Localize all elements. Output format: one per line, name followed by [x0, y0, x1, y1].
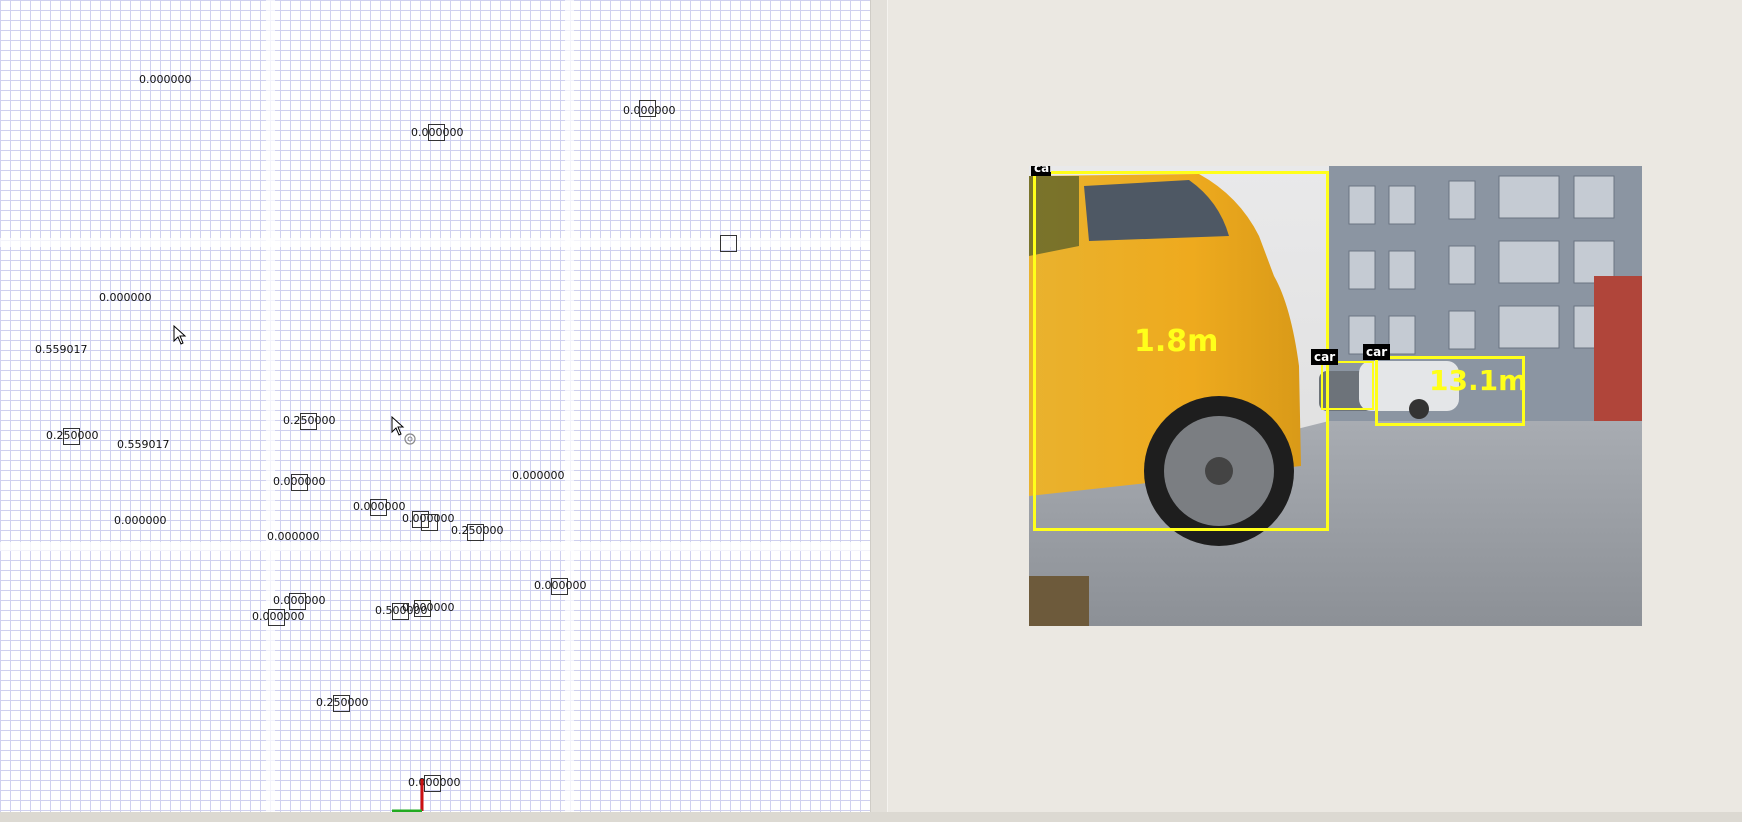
rotate-gizmo-icon[interactable]	[403, 432, 417, 446]
grid-view[interactable]: 0.000000 0.000000 0.000000 0.000000 0.55…	[0, 0, 870, 812]
marker-box[interactable]	[300, 413, 317, 430]
mouse-cursor-icon	[173, 325, 187, 345]
marker-box[interactable]	[333, 695, 350, 712]
marker-box[interactable]	[268, 609, 285, 626]
bottom-edge	[0, 812, 1742, 822]
value-label: 0.000000	[512, 469, 565, 482]
marker-box[interactable]	[639, 100, 656, 117]
detection-class-tag: car	[1363, 344, 1391, 360]
value-label: 0.559017	[35, 343, 88, 356]
grid-seam	[565, 0, 574, 812]
marker-box[interactable]	[289, 593, 306, 610]
origin-axes-icon	[392, 779, 424, 812]
marker-box[interactable]	[428, 124, 445, 141]
marker-box[interactable]	[467, 524, 484, 541]
marker-box[interactable]	[720, 235, 737, 252]
grid-seam	[0, 542, 870, 551]
marker-box[interactable]	[392, 603, 409, 620]
value-label: 0.559017	[117, 438, 170, 451]
marker-box[interactable]	[291, 474, 308, 491]
value-label: 0.000000	[114, 514, 167, 527]
detection-class-tag: car	[1311, 349, 1339, 365]
marker-box[interactable]	[63, 428, 80, 445]
distance-label: 13.1m	[1429, 364, 1528, 397]
grid-seam	[266, 0, 275, 812]
value-label: 0.000000	[99, 291, 152, 304]
detection-class-tag: car	[1031, 166, 1051, 176]
marker-box[interactable]	[370, 499, 387, 516]
camera-image: car 1.8m car car 13.1m car	[1029, 166, 1642, 626]
marker-box[interactable]	[421, 514, 438, 531]
detection-box	[1321, 361, 1374, 410]
distance-label: 1.8m	[1134, 324, 1219, 359]
panel-splitter[interactable]	[870, 0, 888, 812]
marker-box[interactable]	[414, 600, 431, 617]
marker-box[interactable]	[551, 578, 568, 595]
grid-seam	[0, 238, 870, 247]
value-label: 0.000000	[139, 73, 192, 86]
value-label: 0.000000	[267, 530, 320, 543]
